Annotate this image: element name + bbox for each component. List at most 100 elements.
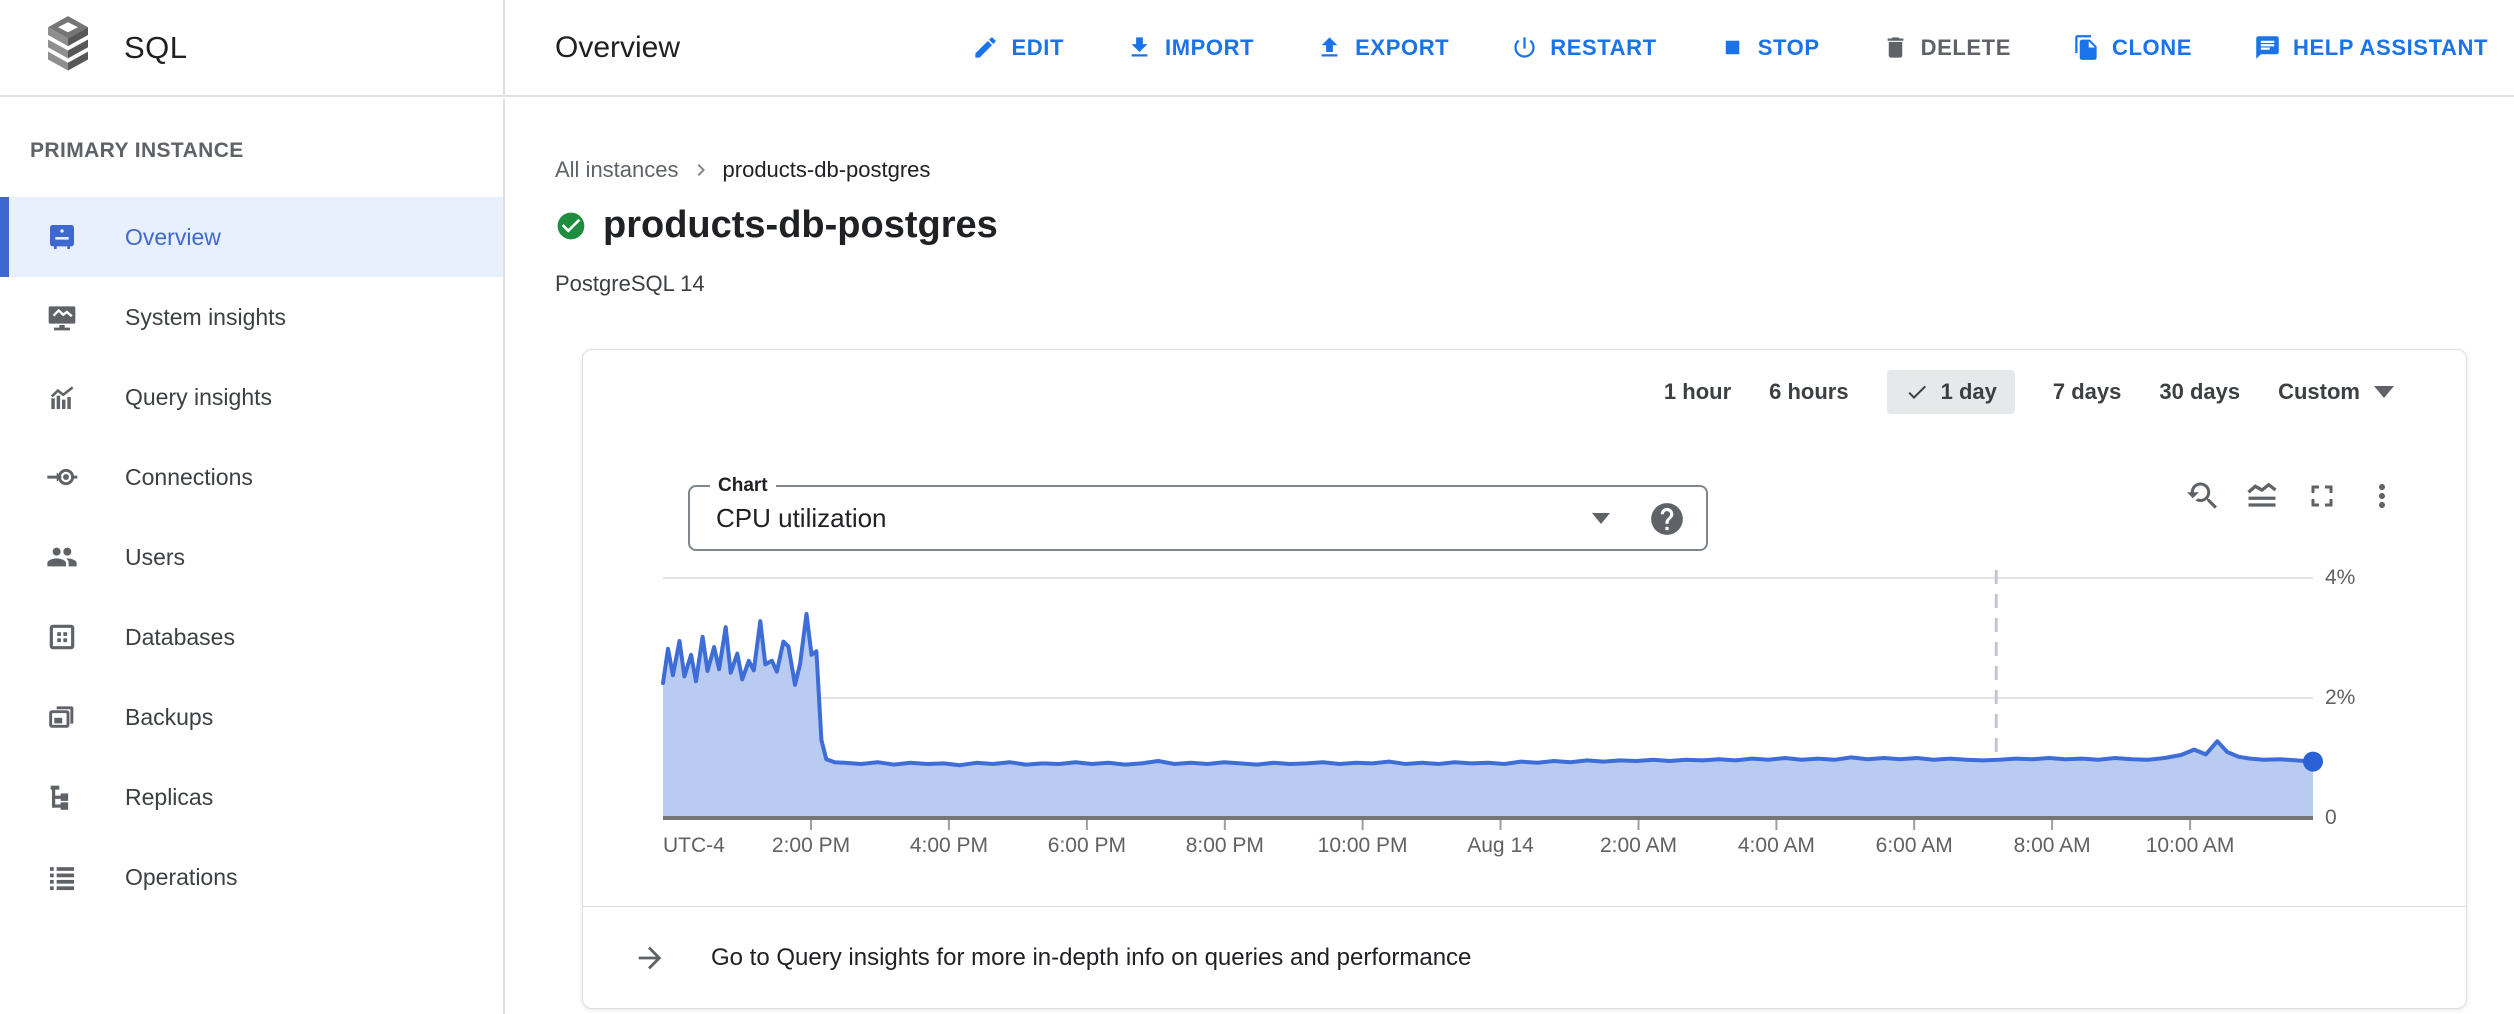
bar-chart-trend-icon	[46, 381, 78, 413]
instance-title-row: products-db-postgres	[555, 204, 998, 247]
range-custom[interactable]: Custom	[2278, 379, 2394, 405]
sidebar-item-connections[interactable]: Connections	[0, 437, 503, 517]
help-icon[interactable]	[1648, 500, 1686, 538]
time-range-selector: 1 hour 6 hours 1 day 7 days 30 days Cust…	[1664, 368, 2394, 416]
cloud-sql-console: SQL Overview EDIT IMPORT EXPORT	[0, 0, 2514, 1014]
select-dropdown-arrow-icon	[1592, 513, 1610, 524]
layered-windows-icon	[46, 701, 78, 733]
sidebar-item-label: Overview	[125, 224, 221, 251]
chart-metric-value: CPU utilization	[716, 487, 887, 549]
export-label: EXPORT	[1355, 35, 1449, 61]
trash-icon	[1882, 34, 1909, 61]
stop-label: STOP	[1758, 35, 1820, 61]
people-icon	[46, 541, 78, 573]
sidebar-item-label: Operations	[125, 864, 238, 891]
cloud-sql-logo-icon	[40, 15, 96, 80]
more-options-icon[interactable]	[2364, 478, 2400, 514]
sidebar-item-operations[interactable]: Operations	[0, 837, 503, 917]
breadcrumb-all-instances[interactable]: All instances	[555, 157, 679, 183]
sidebar-item-system-insights[interactable]: System insights	[0, 277, 503, 357]
top-bar: SQL Overview EDIT IMPORT EXPORT	[0, 0, 2514, 97]
delete-button[interactable]: DELETE	[1882, 34, 2011, 61]
instance-overview-icon	[46, 221, 78, 253]
sidebar-nav: Overview System insights Query insights …	[0, 197, 503, 917]
range-30-days[interactable]: 30 days	[2159, 379, 2240, 405]
query-insights-link[interactable]: Go to Query insights for more in-depth i…	[583, 907, 2466, 1009]
x-axis-tick-label: 6:00 PM	[1048, 834, 1126, 858]
sidebar-item-label: Replicas	[125, 784, 213, 811]
area-chart-toggle-icon[interactable]	[2244, 478, 2280, 514]
sidebar: PRIMARY INSTANCE Overview System insight…	[0, 99, 505, 1014]
chart-toolbar	[2184, 478, 2400, 514]
dropdown-arrow-icon	[2374, 386, 2394, 398]
export-button[interactable]: EXPORT	[1316, 34, 1449, 61]
x-axis-tick-label: 10:00 PM	[1318, 834, 1408, 858]
timezone-label: UTC-4	[663, 834, 725, 858]
sidebar-section-label: PRIMARY INSTANCE	[30, 139, 503, 163]
range-custom-label: Custom	[2278, 379, 2360, 405]
engine-version: PostgreSQL 14	[555, 271, 705, 297]
product-name: SQL	[124, 30, 188, 66]
range-1-day-label: 1 day	[1941, 379, 1997, 405]
download-icon	[1126, 34, 1153, 61]
upload-icon	[1316, 34, 1343, 61]
delete-label: DELETE	[1921, 35, 2011, 61]
tree-hierarchy-icon	[46, 781, 78, 813]
y-axis-tick-label: 2%	[2325, 686, 2395, 710]
sidebar-item-users[interactable]: Users	[0, 517, 503, 597]
import-label: IMPORT	[1165, 35, 1254, 61]
restart-button[interactable]: RESTART	[1511, 34, 1656, 61]
x-axis-tick-label: 4:00 PM	[910, 834, 988, 858]
fullscreen-icon[interactable]	[2304, 478, 2340, 514]
restart-label: RESTART	[1550, 35, 1656, 61]
zoom-reset-icon[interactable]	[2184, 478, 2220, 514]
sidebar-item-label: Backups	[125, 704, 213, 731]
x-axis-tick-label: 8:00 PM	[1186, 834, 1264, 858]
clone-label: CLONE	[2112, 35, 2192, 61]
sidebar-item-overview[interactable]: Overview	[0, 197, 503, 277]
monitoring-card: 1 hour 6 hours 1 day 7 days 30 days Cust…	[582, 349, 2467, 1009]
x-axis-tick-label: 6:00 AM	[1876, 834, 1953, 858]
instance-actions: EDIT IMPORT EXPORT RESTART STOP	[972, 34, 2488, 61]
range-7-days[interactable]: 7 days	[2053, 379, 2122, 405]
copy-icon	[2073, 34, 2100, 61]
x-axis-tick-label: 8:00 AM	[2014, 834, 2091, 858]
sidebar-item-label: System insights	[125, 304, 286, 331]
y-axis-tick-label: 0	[2325, 806, 2395, 830]
clone-button[interactable]: CLONE	[2073, 34, 2192, 61]
chevron-right-icon	[689, 158, 713, 182]
range-1-hour[interactable]: 1 hour	[1664, 379, 1731, 405]
pencil-icon	[972, 34, 999, 61]
sidebar-item-label: Databases	[125, 624, 235, 651]
sidebar-item-replicas[interactable]: Replicas	[0, 757, 503, 837]
x-axis-tick-label: 10:00 AM	[2146, 834, 2235, 858]
breadcrumb-current: products-db-postgres	[723, 157, 931, 183]
query-insights-link-text: Go to Query insights for more in-depth i…	[711, 944, 1471, 972]
status-check-circle-icon	[555, 210, 587, 242]
range-1-day-selected[interactable]: 1 day	[1887, 370, 2015, 414]
import-button[interactable]: IMPORT	[1126, 34, 1254, 61]
stop-button[interactable]: STOP	[1719, 34, 1820, 61]
breadcrumb: All instances products-db-postgres	[555, 157, 930, 183]
help-assistant-button[interactable]: HELP ASSISTANT	[2254, 34, 2488, 61]
sidebar-item-query-insights[interactable]: Query insights	[0, 357, 503, 437]
y-axis-tick-label: 4%	[2325, 566, 2395, 590]
main-content: All instances products-db-postgres produ…	[507, 99, 2514, 1014]
chart-metric-select[interactable]: Chart CPU utilization	[688, 485, 1708, 551]
chat-icon	[2254, 34, 2281, 61]
sidebar-item-backups[interactable]: Backups	[0, 677, 503, 757]
cpu-utilization-chart[interactable]: UTC-4 2:00 PM4:00 PM6:00 PM8:00 PM10:00 …	[663, 562, 2313, 832]
power-icon	[1511, 34, 1538, 61]
page-title: Overview	[555, 31, 680, 65]
edit-button[interactable]: EDIT	[972, 34, 1064, 61]
arrow-forward-icon	[633, 941, 667, 975]
sidebar-item-databases[interactable]: Databases	[0, 597, 503, 677]
check-icon	[1905, 380, 1929, 404]
range-6-hours[interactable]: 6 hours	[1769, 379, 1848, 405]
sidebar-item-label: Query insights	[125, 384, 272, 411]
sidebar-item-label: Connections	[125, 464, 253, 491]
x-axis-tick-label: 2:00 AM	[1600, 834, 1677, 858]
x-axis-tick-label: 2:00 PM	[772, 834, 850, 858]
sidebar-item-label: Users	[125, 544, 185, 571]
stop-square-icon	[1719, 34, 1746, 61]
